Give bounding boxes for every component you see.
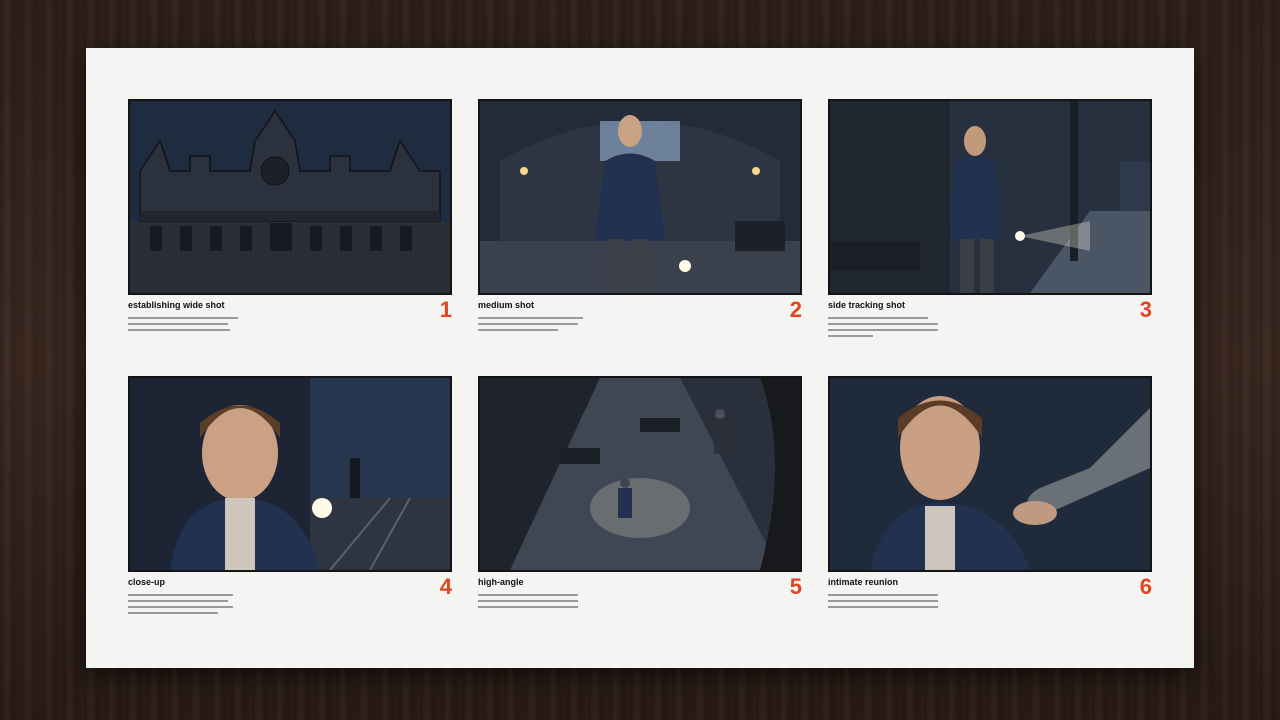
panel-number: 3 bbox=[1139, 297, 1152, 322]
hand-on-shoulder-image bbox=[830, 378, 1150, 570]
placeholder-text-lines bbox=[478, 313, 598, 331]
storyboard-panel-1[interactable]: establishing wide shot 1 bbox=[128, 99, 452, 331]
panel-image bbox=[478, 99, 802, 295]
storyboard-panel-5[interactable]: high-angle 5 bbox=[478, 376, 802, 608]
woman-closeup-flashlight-image bbox=[130, 378, 450, 570]
panel-caption: close-up bbox=[128, 577, 166, 587]
panel-caption: side tracking shot bbox=[828, 300, 906, 310]
placeholder-text-lines bbox=[828, 313, 948, 337]
storyboard-panel-4[interactable]: close-up 4 bbox=[128, 376, 452, 614]
panel-number: 6 bbox=[1139, 574, 1152, 599]
panel-image bbox=[128, 99, 452, 295]
panel-number: 2 bbox=[789, 297, 802, 322]
panel-image bbox=[828, 376, 1152, 572]
woman-walking-platform-image bbox=[830, 101, 1150, 293]
storyboard-sheet: establishing wide shot 1 medium shot 2 s… bbox=[86, 48, 1194, 668]
woman-with-flashlight-image bbox=[480, 101, 800, 293]
placeholder-text-lines bbox=[128, 590, 248, 614]
two-figures-high-angle-image bbox=[480, 378, 800, 570]
panel-image bbox=[828, 99, 1152, 295]
train-station-exterior-image bbox=[130, 101, 450, 293]
panel-caption: medium shot bbox=[478, 300, 535, 310]
panel-number: 4 bbox=[439, 574, 452, 599]
panel-caption: intimate reunion bbox=[828, 577, 899, 587]
placeholder-text-lines bbox=[478, 590, 598, 608]
storyboard-panel-2[interactable]: medium shot 2 bbox=[478, 99, 802, 331]
placeholder-text-lines bbox=[828, 590, 948, 608]
storyboard-panel-3[interactable]: side tracking shot 3 bbox=[828, 99, 1152, 337]
placeholder-text-lines bbox=[128, 313, 248, 331]
panel-number: 1 bbox=[439, 297, 452, 322]
storyboard-panel-6[interactable]: intimate reunion 6 bbox=[828, 376, 1152, 608]
panel-image bbox=[478, 376, 802, 572]
panel-caption: establishing wide shot bbox=[128, 300, 225, 310]
panel-image bbox=[128, 376, 452, 572]
panel-number: 5 bbox=[789, 574, 802, 599]
panel-caption: high-angle bbox=[478, 577, 524, 587]
